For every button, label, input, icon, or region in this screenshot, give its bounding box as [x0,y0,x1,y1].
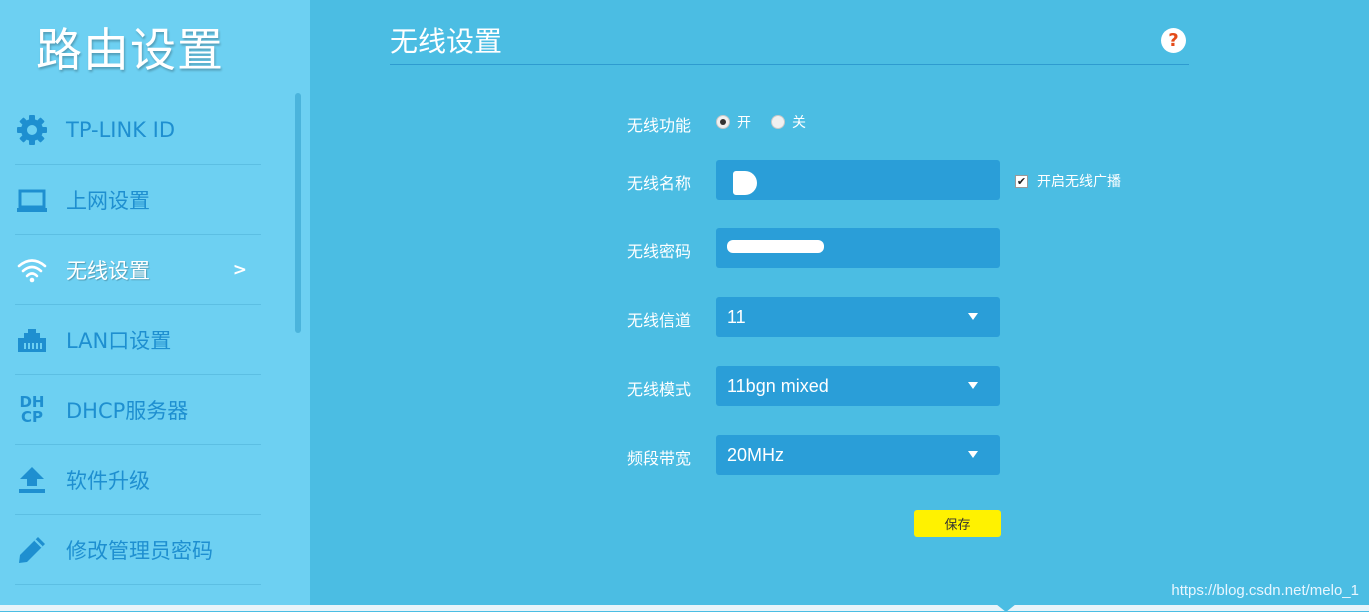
sidebar-item-label: 软件升级 [66,468,150,493]
channel-value: 11 [727,306,746,327]
bandwidth-value: 20MHz [727,444,785,465]
broadcast-label: 开启无线广播 [1037,174,1121,190]
pencil-icon [15,533,49,567]
password-label: 无线密码 [627,242,692,261]
sidebar-item-label: DHCP服务器 [66,398,189,423]
channel-select[interactable]: 11 [716,297,1000,337]
sidebar-item-label: LAN口设置 [66,328,172,353]
dhcp-icon: DH CP [19,392,45,426]
sidebar-item-label: 修改管理员密码 [66,538,213,563]
app-title: 路由设置 [36,23,224,77]
bandwidth-label: 频段带宽 [627,449,692,468]
redaction-mark [727,240,824,253]
help-icon[interactable]: ? [1161,28,1186,53]
sidebar-scrollbar[interactable] [295,93,301,333]
mode-label: 无线模式 [627,380,692,399]
laptop-icon [15,183,49,217]
mode-select[interactable]: 11bgn mixed [716,366,1000,406]
lan-port-icon [15,323,49,357]
wireless-off-label: 关 [792,115,806,131]
broadcast-checkbox[interactable]: ✔ [1015,174,1028,188]
wireless-on-radio[interactable] [716,115,730,129]
bandwidth-select[interactable]: 20MHz [716,435,1000,475]
redaction-mark [733,171,757,195]
sidebar-item-label: 无线设置 [66,258,150,283]
watermark-text: https://blog.csdn.net/melo_1 [1171,582,1359,599]
sidebar-item-dhcp[interactable]: DH CP DHCP服务器 [15,375,261,445]
wifi-icon [15,253,49,287]
sidebar-item-label: TP-LINK ID [66,117,176,142]
page-title: 无线设置 [390,25,503,58]
channel-label: 无线信道 [627,311,692,330]
wireless-off-radio[interactable] [771,115,785,129]
wireless-on-label: 开 [737,115,751,131]
sidebar-item-admin-password[interactable]: 修改管理员密码 [15,515,261,585]
mode-value: 11bgn mixed [727,375,829,396]
dropdown-arrow-icon [968,313,978,320]
wireless-function-radio-group: 开 关 [716,112,826,132]
ssid-input[interactable] [716,160,1000,200]
save-button[interactable]: 保存 [914,510,1001,537]
sidebar-item-label: 上网设置 [66,188,150,213]
wireless-function-label: 无线功能 [627,116,692,135]
sidebar-item-internet[interactable]: 上网设置 [15,165,261,235]
ssid-label: 无线名称 [627,174,692,193]
dropdown-arrow-icon [968,451,978,458]
sidebar-item-tplink-id[interactable]: TP-LINK ID [15,95,261,165]
bottom-strip [0,605,1369,611]
title-divider [390,64,1189,65]
upload-icon [15,463,49,497]
gear-icon [15,113,49,147]
sidebar-item-upgrade[interactable]: 软件升级 [15,445,261,515]
sidebar-menu: TP-LINK ID 上网设置 无线设置 > LAN口设置 DH CP DHCP… [15,95,261,585]
chevron-right-icon: > [232,259,247,280]
sidebar-item-wireless[interactable]: 无线设置 > [15,235,261,305]
sidebar: 路由设置 TP-LINK ID 上网设置 无线设置 > LAN口设置 DH CP… [0,0,310,605]
sidebar-item-lan[interactable]: LAN口设置 [15,305,261,375]
dropdown-arrow-icon [968,382,978,389]
broadcast-option: ✔ 开启无线广播 [1015,171,1121,191]
